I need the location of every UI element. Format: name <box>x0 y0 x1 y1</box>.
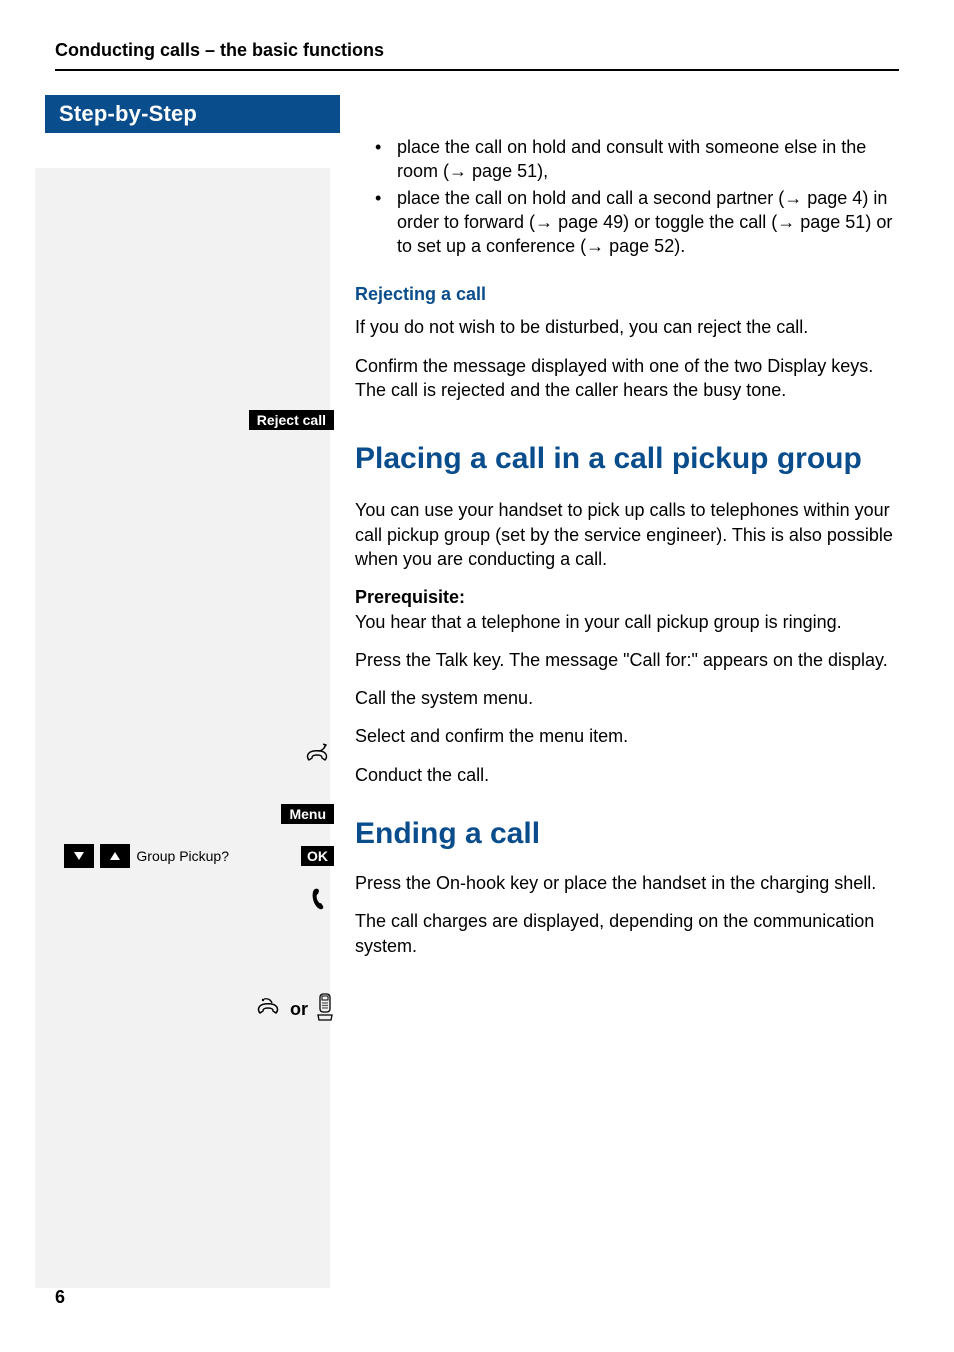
body-paragraph: Press the On-hook key or place the hands… <box>355 871 899 895</box>
menu-pill: Menu <box>281 804 334 824</box>
reject-call-pill: Reject call <box>249 410 334 430</box>
bullet-text: ). <box>674 236 685 256</box>
ending-a-call-heading: Ending a call <box>355 817 899 851</box>
body-paragraph: You can use your handset to pick up call… <box>355 498 899 571</box>
page-ref: page 52 <box>609 236 674 256</box>
sidebar-shade <box>35 168 330 1288</box>
sidebar-body: Reject call Menu Group Pickup? OK or <box>45 133 340 1253</box>
arrow-right-icon: → <box>777 212 800 232</box>
body-paragraph: Confirm the message displayed with one o… <box>355 354 899 403</box>
page-ref: page 51 <box>472 161 537 181</box>
body-paragraph: Select and confirm the menu item. <box>355 724 899 748</box>
body-paragraph: Prerequisite: You hear that a telephone … <box>355 585 899 634</box>
arrow-right-icon: → <box>535 212 558 232</box>
talk-key-icon <box>300 743 330 770</box>
prerequisite-label: Prerequisite: <box>355 587 465 607</box>
running-header: Conducting calls – the basic functions <box>55 40 899 61</box>
group-pickup-label: Group Pickup? <box>136 848 229 864</box>
down-arrow-icon <box>64 844 94 868</box>
options-bullet-list: place the call on hold and consult with … <box>355 135 899 258</box>
sidebar-column: Step-by-Step Reject call Menu Group Pick… <box>55 95 345 1253</box>
arrow-right-icon: → <box>449 161 472 181</box>
bullet-text: ) or toggle the call ( <box>623 212 777 232</box>
page-ref: page 49 <box>558 212 623 232</box>
arrow-right-icon: → <box>784 188 807 208</box>
body-paragraph: Call the system menu. <box>355 686 899 710</box>
group-pickup-row: Group Pickup? OK <box>64 844 334 868</box>
handset-icon <box>300 887 330 916</box>
content-column: place the call on hold and consult with … <box>345 95 899 1253</box>
step-by-step-heading: Step-by-Step <box>45 95 340 133</box>
body-paragraph: If you do not wish to be disturbed, you … <box>355 315 899 339</box>
placing-a-call-heading: Placing a call in a call pickup group <box>355 442 899 476</box>
page-ref: page 4 <box>807 188 862 208</box>
body-paragraph: The call charges are displayed, dependin… <box>355 909 899 958</box>
page-number: 6 <box>55 1287 65 1308</box>
on-hook-or-charger-row: or <box>254 993 334 1026</box>
header-rule <box>55 69 899 71</box>
rejecting-a-call-heading: Rejecting a call <box>355 284 899 305</box>
body-paragraph: Press the Talk key. The message "Call fo… <box>355 648 899 672</box>
list-item: place the call on hold and consult with … <box>375 135 899 184</box>
up-arrow-icon <box>100 844 130 868</box>
page-ref: page 51 <box>800 212 865 232</box>
on-hook-key-icon <box>254 995 282 1024</box>
arrow-right-icon: → <box>586 236 609 256</box>
charging-shell-icon <box>316 993 334 1026</box>
prerequisite-text: You hear that a telephone in your call p… <box>355 612 842 632</box>
bullet-text: place the call on hold and call a second… <box>397 188 784 208</box>
list-item: place the call on hold and call a second… <box>375 186 899 259</box>
two-column-layout: Step-by-Step Reject call Menu Group Pick… <box>55 95 899 1253</box>
body-paragraph: Conduct the call. <box>355 763 899 787</box>
bullet-text: ), <box>537 161 548 181</box>
ok-pill: OK <box>301 846 334 866</box>
or-text: or <box>290 999 308 1020</box>
